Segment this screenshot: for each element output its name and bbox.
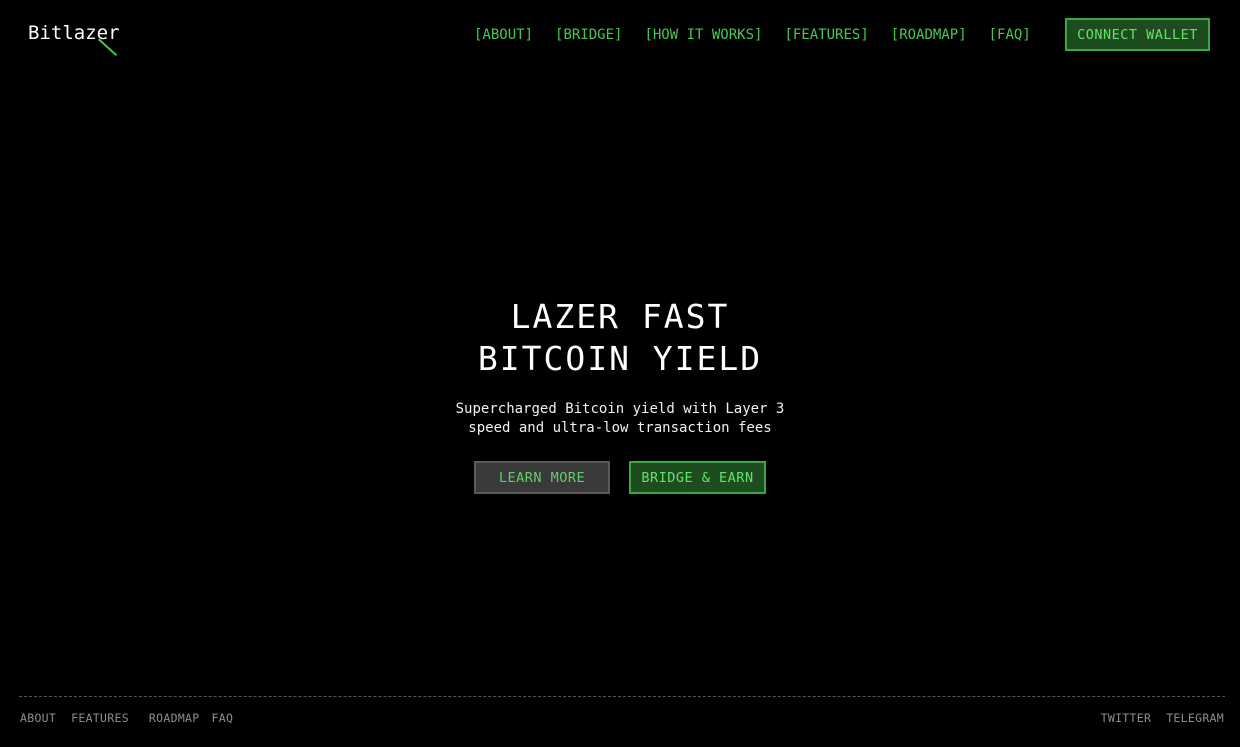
footer-divider — [19, 696, 1225, 697]
hero-title-line-2: BITCOIN YIELD — [477, 339, 763, 378]
footer-link-telegram[interactable]: TELEGRAM — [1166, 711, 1224, 725]
hero-buttons: LEARN MORE BRIDGE & EARN — [0, 461, 1240, 494]
nav-item-how-it-works[interactable]: [HOW IT WORKS] — [644, 26, 762, 44]
hero-subtitle-line-1: Supercharged Bitcoin yield with Layer 3 — [455, 401, 785, 417]
learn-more-button[interactable]: LEARN MORE — [474, 461, 610, 494]
nav-item-roadmap[interactable]: [ROADMAP] — [891, 26, 967, 44]
top-nav: [ABOUT] [BRIDGE] [HOW IT WORKS] [FEATURE… — [474, 26, 1031, 44]
hero-subtitle-line-2: speed and ultra-low transaction fees — [468, 420, 772, 436]
footer-link-features[interactable]: FEATURES — [71, 711, 129, 725]
footer-link-twitter[interactable]: TWITTER — [1101, 711, 1152, 725]
footer-link-faq[interactable]: FAQ — [212, 711, 234, 725]
hero-title: LAZER FAST BITCOIN YIELD — [0, 296, 1240, 380]
nav-item-features[interactable]: [FEATURES] — [784, 26, 868, 44]
hero-section: LAZER FAST BITCOIN YIELD Supercharged Bi… — [0, 296, 1240, 494]
bitlazer-logo[interactable]: Bitlazer — [28, 22, 124, 62]
nav-item-faq[interactable]: [FAQ] — [989, 26, 1031, 44]
nav-item-about[interactable]: [ABOUT] — [474, 26, 533, 44]
connect-wallet-button[interactable]: CONNECT WALLET — [1065, 18, 1210, 51]
logo-text: Bitlazer — [28, 22, 120, 44]
footer-nav-left: ABOUT FEATURES ROADMAP FAQ — [20, 711, 233, 725]
footer-link-about[interactable]: ABOUT — [20, 711, 56, 725]
landing-page: Bitlazer [ABOUT] [BRIDGE] [HOW IT WORKS]… — [0, 0, 1240, 747]
footer-link-roadmap[interactable]: ROADMAP — [149, 711, 200, 725]
bridge-earn-button[interactable]: BRIDGE & EARN — [629, 461, 766, 494]
hero-title-line-1: LAZER FAST — [510, 297, 730, 336]
footer-social-links: TWITTER TELEGRAM — [1101, 711, 1224, 725]
hero-subtitle: Supercharged Bitcoin yield with Layer 3 … — [0, 400, 1240, 438]
nav-item-bridge[interactable]: [BRIDGE] — [555, 26, 622, 44]
